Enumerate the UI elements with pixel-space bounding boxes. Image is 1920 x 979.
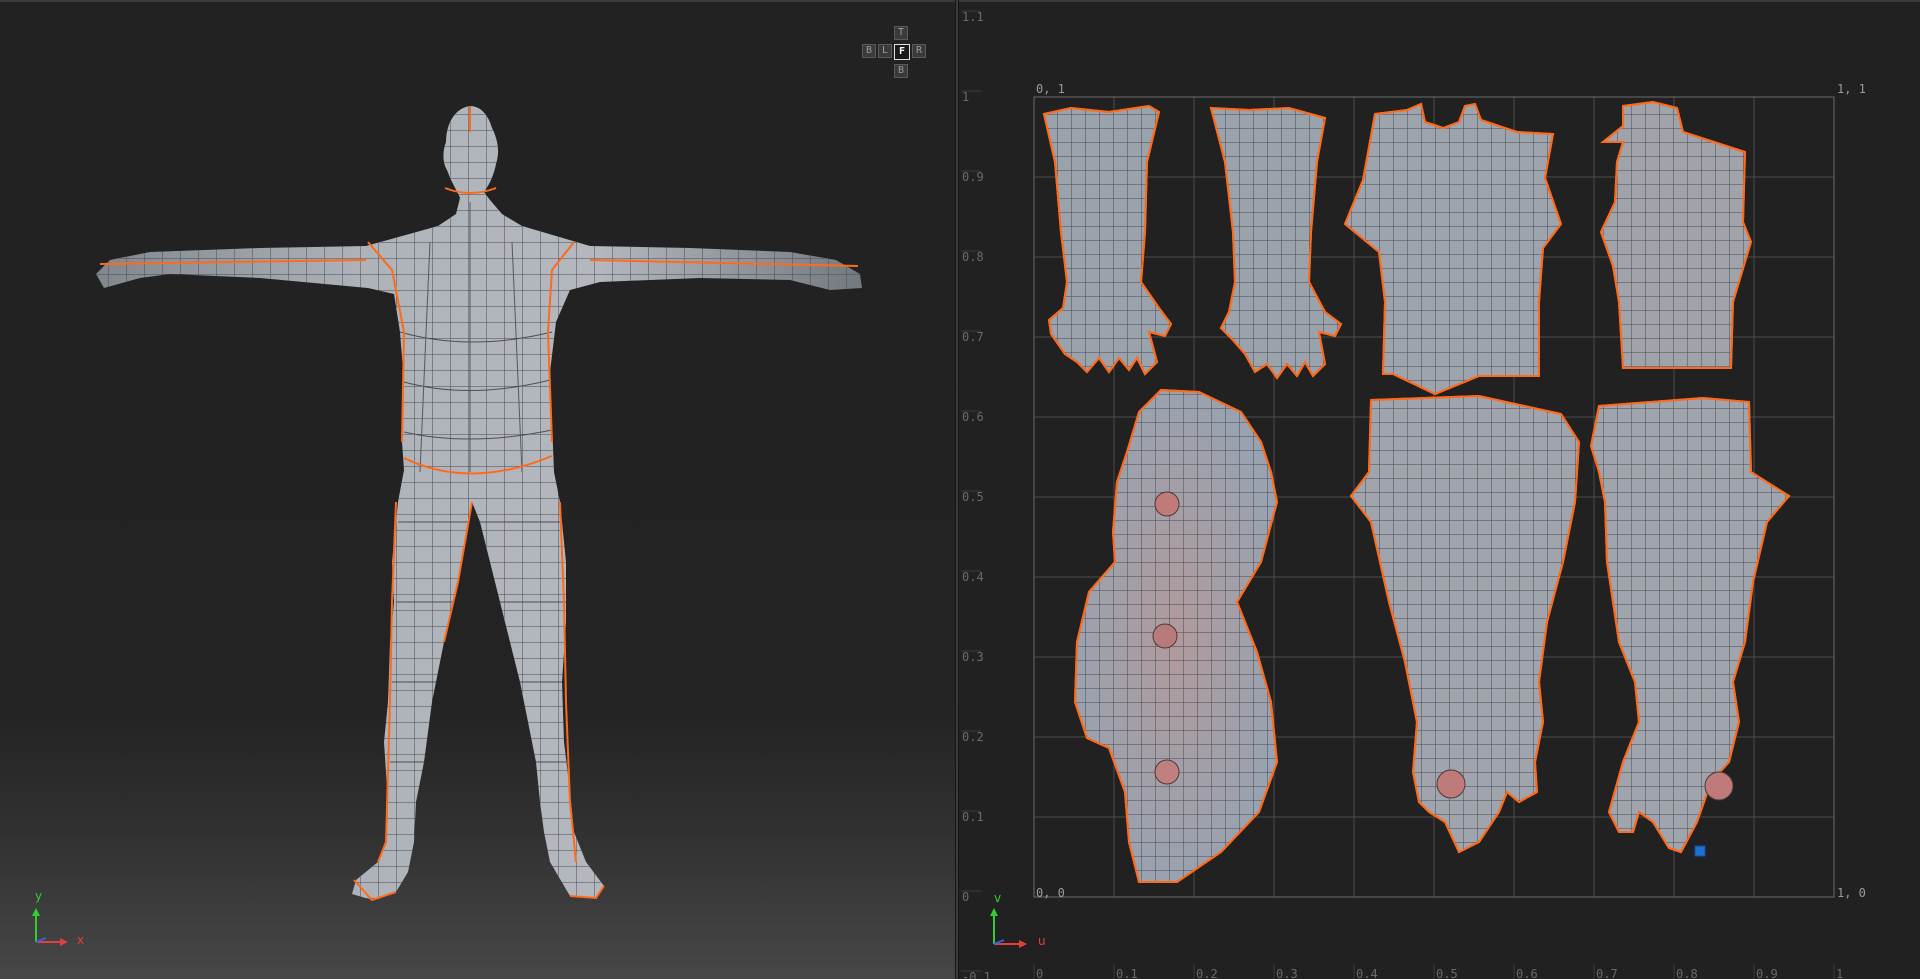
u-tick-label: 0.6 <box>1516 967 1538 979</box>
u-tick-label: 0.3 <box>1276 967 1298 979</box>
u-tick-label: 0.4 <box>1356 967 1378 979</box>
u-tick-label: 0 <box>1036 967 1043 979</box>
v-tick-label: 0.3 <box>962 650 984 664</box>
v-tick-label: 0.8 <box>962 250 984 264</box>
view-top-button[interactable]: T <box>894 26 908 40</box>
corner-label-top-right: 1, 1 <box>1837 82 1866 96</box>
v-tick-label: 0.6 <box>962 410 984 424</box>
v-tick-label: 1.1 <box>962 10 984 24</box>
uv-island-arm-left[interactable] <box>1042 104 1173 376</box>
y-axis-label: y <box>35 889 43 903</box>
u-axis-ticks: 0 0.1 0.2 0.3 0.4 0.5 0.6 0.7 0.8 0.9 1 <box>1033 964 1843 979</box>
selected-uv-face[interactable] <box>1694 845 1706 857</box>
x-axis-label: x <box>77 933 85 947</box>
corner-label-top-left: 0, 1 <box>1036 82 1065 96</box>
view-bottom-button[interactable]: B <box>894 64 908 78</box>
v-axis-ticks: 1.110.90.80.70.60.50.40.30.20.10-0.1 <box>961 10 991 979</box>
view-front-button[interactable]: F <box>894 44 910 60</box>
v-tick-label: 0.1 <box>962 810 984 824</box>
uv-island-torso-back[interactable] <box>1599 100 1753 369</box>
uv-island-leg-right[interactable] <box>1589 396 1791 857</box>
corner-label-bottom-left: 0, 0 <box>1036 886 1065 900</box>
u-tick-label: 0.5 <box>1436 967 1458 979</box>
u-tick-label: 0.7 <box>1596 967 1618 979</box>
axis-gizmo-uv <box>990 908 1027 948</box>
uv-editor-viewport[interactable]: 1.1 1 0.9 0.8 0.7 0.6 0.5 0.4 0.3 0.2 0.1 0 -0.1 0 0.… <box>959 0 1920 979</box>
view-back-button[interactable]: B <box>862 44 876 58</box>
u-axis-label: u <box>1038 934 1046 948</box>
uv-island-leg-left[interactable] <box>1349 394 1581 854</box>
view-left-button[interactable]: L <box>878 44 892 58</box>
v-tick-label: 0.7 <box>962 330 984 344</box>
uv-editing-app: T B L F R B y x 1.1 1 0.9 0.8 0.7 0.6 0.… <box>0 0 1920 979</box>
v-tick-label: 0.2 <box>962 730 984 744</box>
uv-island-torso-front[interactable] <box>1343 102 1563 396</box>
view-cube[interactable]: T B L F R B <box>860 26 942 84</box>
u-tick-label: 0.8 <box>1676 967 1698 979</box>
u-tick-label: 0.9 <box>1756 967 1778 979</box>
view-right-button[interactable]: R <box>912 44 926 58</box>
u-tick-label: 0.1 <box>1116 967 1138 979</box>
character-mesh[interactable] <box>0 2 955 979</box>
corner-label-bottom-right: 1, 0 <box>1837 886 1866 900</box>
uv-island-head[interactable] <box>1073 388 1279 883</box>
v-tick-label: 0.9 <box>962 170 984 184</box>
u-tick-label: 0.2 <box>1196 967 1218 979</box>
v-tick-label: 0.4 <box>962 570 984 584</box>
v-axis-label: v <box>994 891 1001 905</box>
3d-viewport[interactable]: T B L F R B y x <box>0 0 955 979</box>
v-tick-label: 0.5 <box>962 490 984 504</box>
uv-canvas[interactable]: 1.110.90.80.70.60.50.40.30.20.10-0.1 0 0.… <box>959 2 1920 979</box>
u-tick-label: 1 <box>1836 967 1843 979</box>
v-tick-label: 1 <box>962 90 969 104</box>
v-tick-label: 0 <box>962 890 969 904</box>
